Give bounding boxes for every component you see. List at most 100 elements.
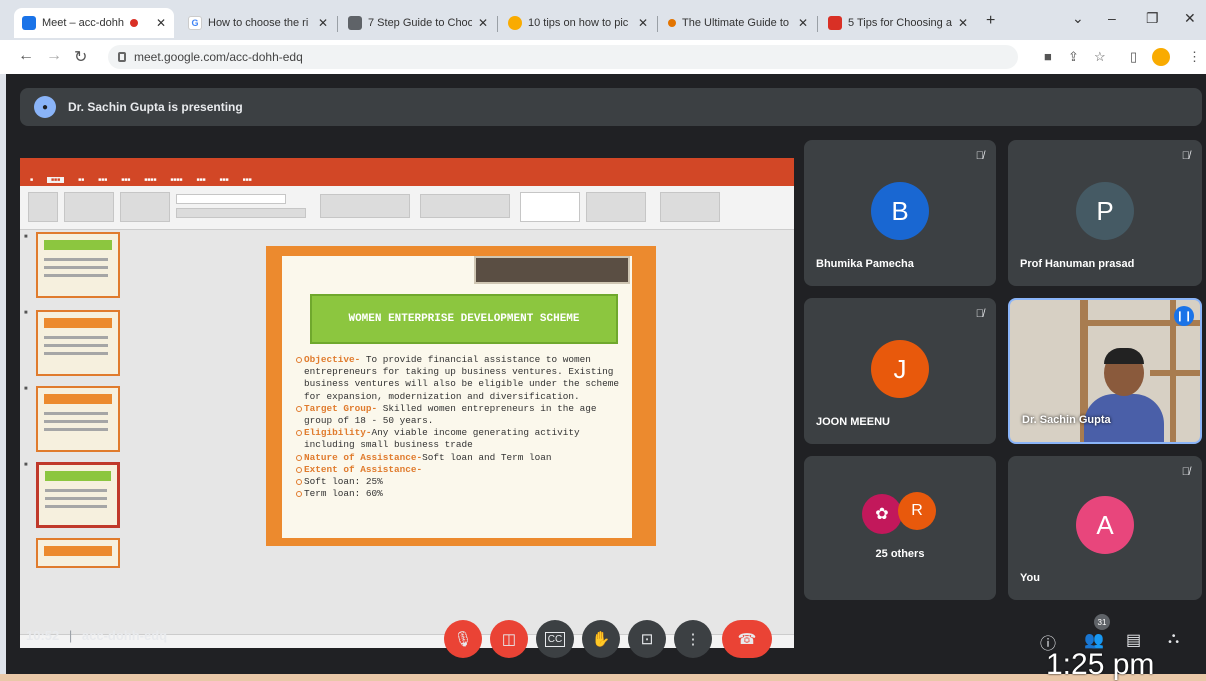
hand-icon: ✋ xyxy=(591,631,611,648)
google-favicon-icon: G xyxy=(188,16,202,30)
meet-control-bar: 10:52 | acc-dohh-edq 🎙 ◫ CC ✋ ⊡ ⋮ ☎ ⓘ 👥 … xyxy=(6,602,1206,676)
close-window-icon[interactable]: ✕ xyxy=(1184,10,1196,27)
forward-icon[interactable]: → xyxy=(46,47,62,65)
captions-button[interactable]: CC xyxy=(536,620,574,658)
powerpoint-window: ■■■■■■■■■■■■■■■■■■■■■■■■■■■■■ ■ xyxy=(20,158,794,648)
participant-name: You xyxy=(1020,572,1040,584)
slide-thumbnail[interactable] xyxy=(36,232,120,298)
mic-off-icon: 🎙̸ xyxy=(975,150,984,162)
url-text: meet.google.com/acc-dohh-edq xyxy=(134,50,303,64)
participant-name: Bhumika Pamecha xyxy=(816,258,914,270)
people-count-badge: 31 xyxy=(1094,614,1110,630)
page-favicon-icon xyxy=(828,16,842,30)
profile-avatar-icon[interactable] xyxy=(1152,48,1170,66)
camera-in-use-icon[interactable]: ■ xyxy=(1044,49,1052,64)
participant-name: Dr. Sachin Gupta xyxy=(1022,414,1111,426)
meet-window: ● Dr. Sachin Gupta is presenting ■ ■■■ ■■ ■… xyxy=(6,74,1206,681)
tab-ultimate-guide[interactable]: The Ultimate Guide to ✕ xyxy=(660,8,816,38)
others-count: 25 others xyxy=(875,548,925,560)
activities-icon[interactable]: ⛬ xyxy=(1168,630,1179,648)
slide-thumbnail[interactable] xyxy=(36,386,120,452)
participant-tile-joon[interactable]: 🎙̸ J JOON MEENU xyxy=(804,298,996,444)
mic-off-icon: 🎙̸ xyxy=(1181,466,1190,478)
page-favicon-icon xyxy=(508,16,522,30)
new-tab-icon[interactable]: + xyxy=(986,12,995,30)
participant-tile-you[interactable]: 🎙̸ A You xyxy=(1008,456,1202,600)
present-now-button[interactable]: ⊡ xyxy=(628,620,666,658)
reload-icon[interactable]: ↻ xyxy=(74,47,87,67)
people-icon[interactable]: 👥 xyxy=(1084,630,1104,650)
tab-10-tips[interactable]: 10 tips on how to pic ✕ xyxy=(500,8,656,38)
overlay-timestamp: 1:25 pm xyxy=(1046,648,1155,681)
presenter-avatar: ● xyxy=(34,96,56,118)
participant-tile-sachin-video[interactable]: ❙❙ Dr. Sachin Gupta xyxy=(1008,298,1202,444)
chat-icon[interactable]: ▤ xyxy=(1126,630,1141,650)
tab-close-icon[interactable]: ✕ xyxy=(638,16,648,30)
browser-toolbar: ← → ↻ meet.google.com/acc-dohh-edq ■ ⇪ ☆… xyxy=(0,40,1206,74)
meeting-info: 10:52 | acc-dohh-edq xyxy=(26,628,168,643)
tab-close-icon[interactable]: ✕ xyxy=(958,16,968,30)
more-options-button[interactable]: ⋮ xyxy=(674,620,712,658)
slide-content: WOMEN ENTERPRISE DEVELOPMENT SCHEME Obje… xyxy=(282,256,632,538)
participant-tile-hanuman[interactable]: 🎙̸ P Prof Hanuman prasad xyxy=(1008,140,1202,286)
tab-5-tips[interactable]: 5 Tips for Choosing a ✕ xyxy=(820,8,976,38)
avatar: P xyxy=(1076,182,1134,240)
minimize-icon[interactable]: – xyxy=(1108,10,1116,26)
tab-search-icon[interactable]: ⌄ xyxy=(1072,10,1084,27)
page-favicon-icon xyxy=(348,16,362,30)
browser-menu-icon[interactable]: ⋮ xyxy=(1188,49,1201,65)
tab-meet[interactable]: Meet – acc-dohh ✕ xyxy=(14,8,174,38)
slide-thumbnail-selected[interactable] xyxy=(36,462,120,528)
raise-hand-button[interactable]: ✋ xyxy=(582,620,620,658)
more-vert-icon: ⋮ xyxy=(685,631,701,648)
bookmark-star-icon[interactable]: ☆ xyxy=(1094,49,1106,65)
speaking-indicator-icon: ❙❙ xyxy=(1174,306,1194,326)
leave-call-button[interactable]: ☎ xyxy=(722,620,772,658)
slide-thumbnail[interactable] xyxy=(36,310,120,376)
share-icon[interactable]: ⇪ xyxy=(1068,49,1079,65)
slide-thumbnail[interactable] xyxy=(36,538,120,568)
side-panel-icon[interactable]: ▯ xyxy=(1130,49,1137,65)
participant-video xyxy=(1084,348,1164,442)
tab-close-icon[interactable]: ✕ xyxy=(318,16,328,30)
powerpoint-menu: ■ ■■■ ■■ ■■■ ■■■ ■■■■ ■■■■ ■■■ ■■■ ■■■ xyxy=(20,174,794,186)
page-favicon-icon xyxy=(668,19,676,27)
address-bar[interactable]: meet.google.com/acc-dohh-edq xyxy=(108,45,1018,69)
presentation-area[interactable]: ■■■■■■■■■■■■■■■■■■■■■■■■■■■■■ ■ xyxy=(20,140,794,666)
tab-choose-the-right[interactable]: G How to choose the ri ✕ xyxy=(180,8,336,38)
tab-separator xyxy=(817,16,818,32)
mic-toggle-button[interactable]: 🎙 xyxy=(444,620,482,658)
slide-heading: WOMEN ENTERPRISE DEVELOPMENT SCHEME xyxy=(310,294,618,344)
end-call-icon: ☎ xyxy=(737,631,757,648)
lock-icon xyxy=(118,52,126,62)
tab-close-icon[interactable]: ✕ xyxy=(156,16,166,30)
tab-separator xyxy=(657,16,658,32)
participant-tile-bhumika[interactable]: 🎙̸ B Bhumika Pamecha xyxy=(804,140,996,286)
avatar: R xyxy=(898,492,936,530)
slide-bullet: Extent of Assistance- xyxy=(296,464,626,476)
slide-bullet: Objective- To provide financial assistan… xyxy=(296,354,626,403)
meeting-time: 10:52 xyxy=(26,628,60,643)
mic-off-icon: 🎙 xyxy=(453,631,473,648)
slide-bullet: Term loan: 60% xyxy=(296,488,626,500)
tab-7-step-guide[interactable]: 7 Step Guide to Choo ✕ xyxy=(340,8,496,38)
taskbar-edge xyxy=(0,674,1206,681)
tab-close-icon[interactable]: ✕ xyxy=(478,16,488,30)
camera-off-icon: ◫ xyxy=(501,631,517,648)
tab-separator xyxy=(337,16,338,32)
presenting-text: Dr. Sachin Gupta is presenting xyxy=(68,100,243,114)
avatar: A xyxy=(1076,496,1134,554)
back-icon[interactable]: ← xyxy=(18,47,34,65)
slide-bullet: Soft loan: 25% xyxy=(296,476,626,488)
others-avatar-photo: ✿ xyxy=(862,494,902,534)
camera-toggle-button[interactable]: ◫ xyxy=(490,620,528,658)
tab-close-icon[interactable]: ✕ xyxy=(798,16,808,30)
captions-icon: CC xyxy=(544,631,566,647)
restore-icon[interactable]: ❐ xyxy=(1146,10,1159,27)
current-slide: WOMEN ENTERPRISE DEVELOPMENT SCHEME Obje… xyxy=(266,246,656,546)
participant-tile-others[interactable]: ✿ R 25 others xyxy=(804,456,996,600)
meet-favicon-icon xyxy=(22,16,36,30)
avatar: B xyxy=(871,182,929,240)
mic-off-icon: 🎙̸ xyxy=(1181,150,1190,162)
participant-name: Prof Hanuman prasad xyxy=(1020,258,1135,270)
